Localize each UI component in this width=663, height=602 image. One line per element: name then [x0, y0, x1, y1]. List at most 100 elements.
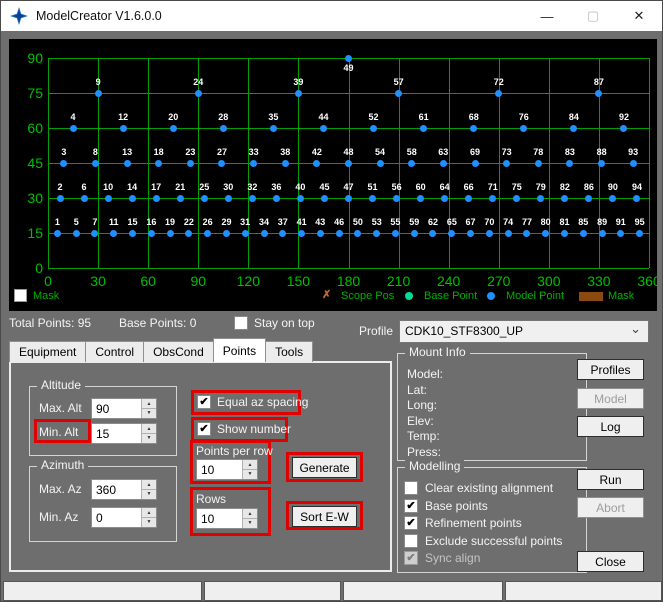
x-axis-tick: 300 — [529, 273, 569, 289]
generate-button[interactable]: Generate — [292, 457, 357, 478]
sort-ew-button[interactable]: Sort E-W — [292, 506, 357, 527]
model-point — [392, 230, 399, 237]
model-point — [218, 160, 225, 167]
clear-existing-alignment-checkbox[interactable] — [404, 481, 418, 495]
point-number-label: 36 — [263, 182, 289, 192]
spin-down-icon[interactable]: ▼ — [141, 518, 156, 527]
close-button[interactable]: ✕ — [616, 1, 662, 31]
window-title: ModelCreator V1.6.0.0 — [36, 9, 162, 23]
model-point — [60, 160, 67, 167]
spin-up-icon[interactable]: ▲ — [141, 508, 156, 518]
grid-line — [48, 128, 649, 129]
model-point — [170, 125, 177, 132]
points-per-row-label: Points per row — [196, 444, 273, 458]
show-number-checkbox[interactable]: ✔ — [197, 422, 211, 436]
tab-obscond[interactable]: ObsCond — [143, 341, 214, 362]
log-button[interactable]: Log — [577, 416, 644, 437]
model-point — [440, 160, 447, 167]
model-point — [155, 160, 162, 167]
grid-line — [48, 93, 649, 94]
point-number-label: 27 — [209, 147, 235, 157]
stay-on-top-checkbox[interactable] — [234, 316, 248, 330]
point-number-label: 52 — [361, 112, 387, 122]
spin-down-icon[interactable]: ▼ — [141, 409, 156, 418]
max-az-spinner[interactable]: 360 ▲ ▼ — [91, 479, 157, 500]
model-point — [242, 230, 249, 237]
run-button[interactable]: Run — [577, 469, 644, 490]
grid-line — [649, 58, 650, 268]
legend-label: Mask — [33, 290, 59, 302]
spin-up-icon[interactable]: ▲ — [141, 424, 156, 434]
model-point — [250, 160, 257, 167]
model-point — [411, 230, 418, 237]
base-points-checkbox[interactable]: ✔ — [404, 499, 418, 513]
point-number-label: 57 — [386, 77, 412, 87]
tab-control[interactable]: Control — [85, 341, 144, 362]
spin-up-icon[interactable]: ▲ — [242, 460, 257, 470]
point-number-label: 73 — [494, 147, 520, 157]
y-axis-tick: 30 — [13, 190, 43, 206]
point-number-label: 38 — [272, 147, 298, 157]
equal-az-spacing-checkbox[interactable]: ✔ — [197, 395, 211, 409]
model-point — [298, 230, 305, 237]
model-point — [395, 90, 402, 97]
model-point — [561, 230, 568, 237]
abort-button[interactable]: Abort — [577, 497, 644, 518]
mount-field-label: Temp: — [407, 429, 440, 443]
scope-pos-legend-marker: ✗ — [322, 288, 331, 301]
point-number-label: 51 — [360, 182, 386, 192]
refinement-points-checkbox[interactable]: ✔ — [404, 516, 418, 530]
spin-down-icon[interactable]: ▼ — [242, 470, 257, 479]
spin-down-icon[interactable]: ▼ — [141, 490, 156, 499]
total-points-label: Total Points: 95 — [9, 316, 91, 330]
spin-up-icon[interactable]: ▲ — [141, 480, 156, 490]
spin-up-icon[interactable]: ▲ — [141, 399, 156, 409]
spin-down-icon[interactable]: ▼ — [242, 519, 257, 528]
status-panel — [204, 581, 341, 601]
exclude-successful-points-checkbox[interactable] — [404, 534, 418, 548]
spin-down-icon[interactable]: ▼ — [141, 434, 156, 443]
model-point — [513, 195, 520, 202]
point-number-label: 78 — [525, 147, 551, 157]
point-number-label: 76 — [511, 112, 537, 122]
model-point — [495, 90, 502, 97]
tab-equipment[interactable]: Equipment — [9, 341, 86, 362]
minimize-button[interactable]: — — [524, 1, 570, 31]
point-number-label: 63 — [430, 147, 456, 157]
min-alt-spinner[interactable]: 15 ▲ ▼ — [91, 423, 157, 444]
point-number-label: 86 — [576, 182, 602, 192]
tab-points[interactable]: Points — [213, 338, 266, 362]
model-point — [429, 230, 436, 237]
model-point — [489, 195, 496, 202]
model-point — [354, 230, 361, 237]
mount-field-label: Model: — [407, 367, 443, 381]
profile-value: CDK10_STF8300_UP — [405, 324, 523, 338]
point-number-label: 60 — [408, 182, 434, 192]
maximize-button[interactable]: ▢ — [570, 1, 616, 31]
mask-legend-marker — [14, 289, 27, 302]
x-axis-tick: 30 — [78, 273, 118, 289]
title-bar: ModelCreator V1.6.0.0 — ▢ ✕ — [1, 1, 662, 31]
profiles-button[interactable]: Profiles — [577, 359, 644, 380]
spin-up-icon[interactable]: ▲ — [242, 509, 257, 519]
model-point — [73, 230, 80, 237]
model-point — [505, 230, 512, 237]
legend-label: Scope Pos — [341, 290, 394, 302]
max-alt-spinner[interactable]: 90 ▲ ▼ — [91, 398, 157, 419]
model-point — [81, 195, 88, 202]
model-point — [472, 160, 479, 167]
grid-line — [48, 233, 649, 234]
profile-dropdown[interactable]: CDK10_STF8300_UP ⌄ — [399, 320, 649, 343]
model-point — [91, 230, 98, 237]
tab-tools[interactable]: Tools — [265, 341, 313, 362]
points-per-row-spinner[interactable]: 10 ▲ ▼ — [196, 459, 258, 480]
min-az-spinner[interactable]: 0 ▲ ▼ — [91, 507, 157, 528]
rows-spinner[interactable]: 10 ▲ ▼ — [196, 508, 258, 529]
x-axis-tick: 60 — [128, 273, 168, 289]
model-point — [167, 230, 174, 237]
model-point — [441, 195, 448, 202]
close-window-button[interactable]: Close — [577, 551, 644, 572]
mount-field-label: Elev: — [407, 414, 434, 428]
model-point — [225, 195, 232, 202]
model-button[interactable]: Model — [577, 388, 644, 409]
